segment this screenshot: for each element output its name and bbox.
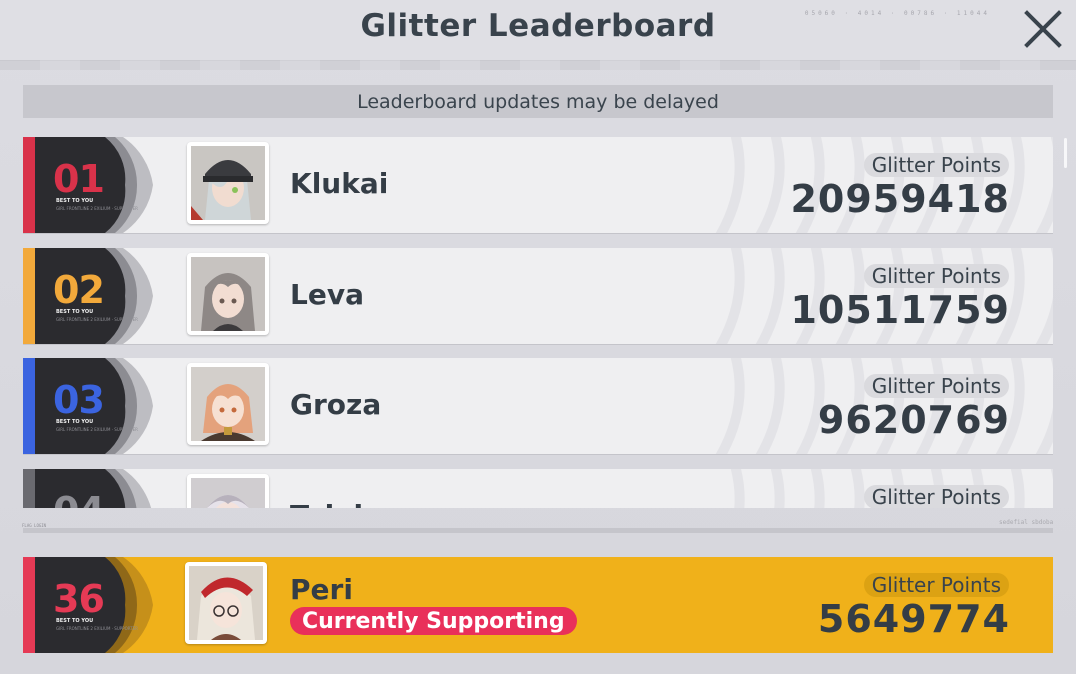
rank-subcaption: GIRL FRONTLINE 2 EXILIUM · SUPPORTER <box>56 206 138 211</box>
points-value: 20959418 <box>790 177 1010 221</box>
points-label: Glitter Points <box>863 264 1009 288</box>
rank-accent <box>23 469 35 508</box>
points-value: 9620769 <box>817 398 1010 442</box>
points-label: Glitter Points <box>863 153 1009 177</box>
player-name: Leva <box>290 278 364 311</box>
rank-number: 36 <box>53 577 105 621</box>
rank-number: 01 <box>53 157 105 201</box>
rank-badge <box>23 358 153 454</box>
rank-caption: BEST TO YOU <box>56 419 94 425</box>
points-label: Glitter Points <box>863 573 1009 597</box>
rank-number: 04 <box>53 489 105 508</box>
rank-caption: BEST TO YOU <box>56 309 94 315</box>
leaderboard-row[interactable]: 03 BEST TO YOU GIRL FRONTLINE 2 EXILIUM … <box>23 358 1053 454</box>
rank-subcaption: GIRL FRONTLINE 2 EXILIUM · SUPPORTER <box>56 427 138 432</box>
list-scrollbar[interactable] <box>1064 138 1067 168</box>
rank-badge <box>23 137 153 233</box>
points-label: Glitter Points <box>863 485 1009 508</box>
rank-number: 03 <box>53 378 105 422</box>
player-name: Peri <box>290 573 353 606</box>
avatar-leva <box>191 257 265 331</box>
leaderboard-list[interactable]: 01 BEST TO YOU GIRL FRONTLINE 2 EXILIUM … <box>23 130 1053 508</box>
avatar-groza <box>191 367 265 441</box>
avatar-tololo <box>191 478 265 508</box>
leaderboard-row[interactable]: 04 Tololo Glitter Points <box>23 469 1053 508</box>
delay-notice: Leaderboard updates may be delayed <box>23 85 1053 118</box>
header-deco-text: 05060 · 4014 · 00786 · 11044 <box>804 10 990 17</box>
leaderboard-row[interactable]: 01 BEST TO YOU GIRL FRONTLINE 2 EXILIUM … <box>23 137 1053 233</box>
currently-supporting-badge: Currently Supporting <box>290 607 577 635</box>
close-icon <box>1024 10 1062 48</box>
avatar[interactable] <box>185 562 267 644</box>
list-divider <box>23 528 1053 533</box>
avatar-peri <box>189 566 263 640</box>
rank-badge <box>23 557 153 653</box>
avatar-klukai <box>191 146 265 220</box>
footer-tag-right: sedefial sbdoba <box>999 519 1054 526</box>
leaderboard-row[interactable]: 02 BEST TO YOU GIRL FRONTLINE 2 EXILIUM … <box>23 248 1053 344</box>
points-value: 10511759 <box>790 288 1010 332</box>
avatar[interactable] <box>187 253 269 335</box>
rank-accent <box>23 137 35 233</box>
player-name: Klukai <box>290 167 389 200</box>
rank-caption: BEST TO YOU <box>56 618 94 624</box>
rank-badge <box>23 248 153 344</box>
player-name: Groza <box>290 388 382 421</box>
rank-accent <box>23 248 35 344</box>
points-value: 5649774 <box>817 597 1010 641</box>
rank-caption: BEST TO YOU <box>56 198 94 204</box>
header-decoration-strip <box>0 60 1076 70</box>
rank-accent <box>23 358 35 454</box>
avatar[interactable] <box>187 363 269 445</box>
player-name: Tololo <box>290 499 382 508</box>
rank-accent <box>23 557 35 653</box>
my-rank-row[interactable]: 36 BEST TO YOU GIRL FRONTLINE 2 EXILIUM … <box>23 557 1053 653</box>
rank-subcaption: GIRL FRONTLINE 2 EXILIUM · SUPPORTER <box>56 626 138 631</box>
rank-subcaption: GIRL FRONTLINE 2 EXILIUM · SUPPORTER <box>56 317 138 322</box>
avatar[interactable] <box>187 142 269 224</box>
leaderboard-panel: Glitter Leaderboard 05060 · 4014 · 00786… <box>0 0 1076 674</box>
avatar[interactable] <box>187 474 269 508</box>
rank-badge <box>23 469 152 508</box>
close-button[interactable] <box>1020 6 1066 52</box>
points-label: Glitter Points <box>863 374 1009 398</box>
rank-number: 02 <box>53 268 105 312</box>
